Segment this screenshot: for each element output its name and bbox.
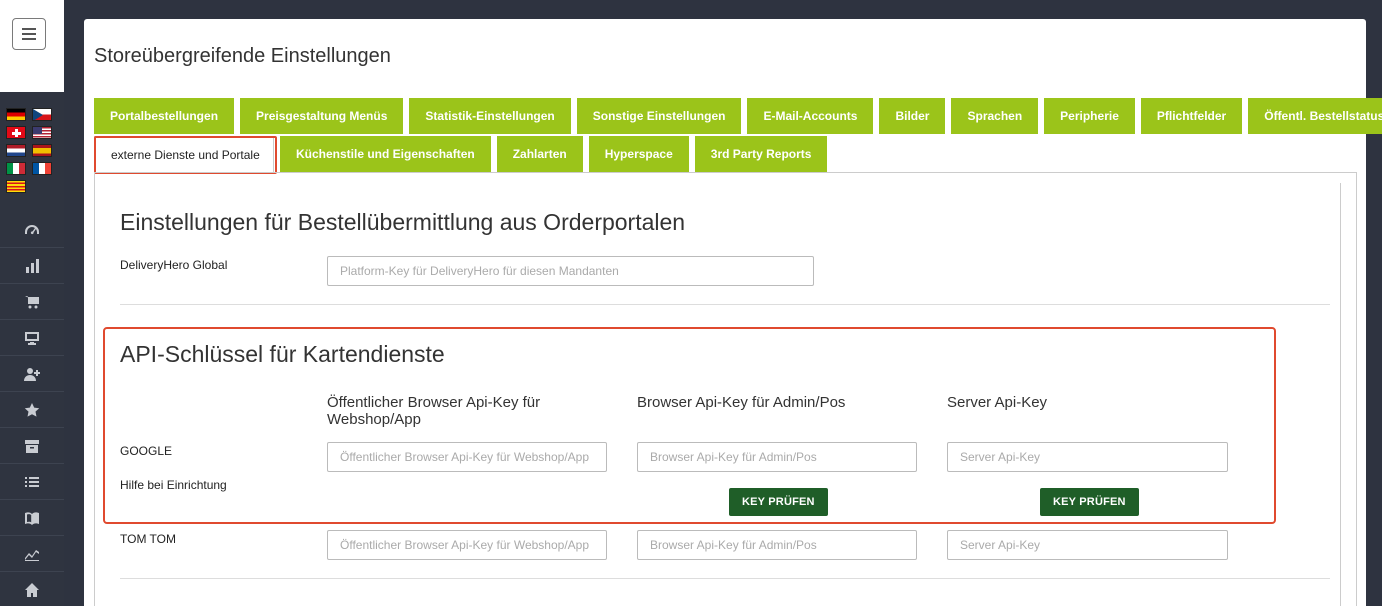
tab-oeffentl-bestellstatus[interactable]: Öffentl. Bestellstatus bbox=[1248, 98, 1382, 134]
page-title: Storeübergreifende Einstellungen bbox=[94, 45, 391, 67]
hamburger-menu-button[interactable] bbox=[12, 18, 46, 50]
tab-zahlarten[interactable]: Zahlarten bbox=[496, 136, 583, 172]
check-server-key-button[interactable]: KEY PRÜFEN bbox=[1040, 488, 1139, 516]
flag-ch-icon[interactable] bbox=[6, 126, 26, 139]
tab-preisgestaltung-menues[interactable]: Preisgestaltung Menüs bbox=[240, 98, 404, 134]
divider bbox=[120, 578, 1330, 579]
flag-it-icon[interactable] bbox=[6, 162, 26, 175]
tab-portalbestellungen[interactable]: Portalbestellungen bbox=[94, 98, 235, 134]
nav-archive[interactable] bbox=[0, 428, 64, 464]
google-label: GOOGLE bbox=[120, 444, 173, 458]
tab-sprachen[interactable]: Sprachen bbox=[951, 98, 1039, 134]
hamburger-line bbox=[22, 38, 36, 40]
tab-hyperspace[interactable]: Hyperspace bbox=[588, 136, 689, 172]
nav-statistics[interactable] bbox=[0, 248, 64, 284]
monitor-icon bbox=[25, 331, 39, 345]
language-flags bbox=[6, 108, 56, 193]
google-public-key-input[interactable] bbox=[327, 442, 607, 472]
settings-panel: Storeübergreifende Einstellungen Portalb… bbox=[84, 19, 1382, 606]
hamburger-line bbox=[22, 28, 36, 30]
tab-pflichtfelder[interactable]: Pflichtfelder bbox=[1140, 98, 1243, 134]
divider bbox=[1340, 183, 1341, 606]
tab-sonstige-einstellungen[interactable]: Sonstige Einstellungen bbox=[576, 98, 742, 134]
flag-catalonia-icon[interactable] bbox=[6, 180, 26, 193]
home-icon bbox=[25, 582, 39, 597]
deliveryhero-label: DeliveryHero Global bbox=[120, 258, 228, 272]
star-icon bbox=[24, 402, 40, 417]
archive-icon bbox=[25, 439, 39, 453]
flag-nl-icon[interactable] bbox=[6, 144, 26, 157]
tab-kuechenstile[interactable]: Küchenstile und Eigenschaften bbox=[280, 136, 491, 172]
bar-chart-icon bbox=[26, 258, 39, 273]
book-icon bbox=[25, 511, 39, 525]
tomtom-admin-key-input[interactable] bbox=[637, 530, 917, 560]
cart-icon bbox=[25, 295, 39, 308]
flag-de-icon[interactable] bbox=[6, 108, 26, 121]
check-admin-key-button[interactable]: KEY PRÜFEN bbox=[729, 488, 828, 516]
line-chart-icon bbox=[25, 549, 39, 561]
nav-menu-book[interactable] bbox=[0, 500, 64, 536]
nav-customers[interactable] bbox=[0, 356, 64, 392]
tab-bilder[interactable]: Bilder bbox=[879, 98, 946, 134]
flag-cz-icon[interactable] bbox=[32, 108, 52, 121]
google-admin-key-input[interactable] bbox=[637, 442, 917, 472]
flag-us-icon[interactable] bbox=[32, 126, 52, 139]
deliveryhero-key-input[interactable] bbox=[327, 256, 814, 286]
nav-orders[interactable] bbox=[0, 284, 64, 320]
list-icon bbox=[25, 476, 39, 487]
tab-peripherie[interactable]: Peripherie bbox=[1044, 98, 1135, 134]
tomtom-label: TOM TOM bbox=[120, 532, 177, 546]
dashboard-icon bbox=[25, 224, 39, 234]
sidebar bbox=[0, 0, 64, 606]
col-head-public-key: Öffentlicher Browser Api-Key für Webshop… bbox=[327, 394, 541, 428]
google-server-key-input[interactable] bbox=[947, 442, 1228, 472]
nav-pos[interactable] bbox=[0, 320, 64, 356]
google-help-link[interactable]: Hilfe bei Einrichtung bbox=[120, 478, 227, 492]
tab-3rd-party-reports[interactable]: 3rd Party Reports bbox=[694, 136, 828, 172]
maps-title: API-Schlüssel für Kartendienste bbox=[120, 341, 445, 367]
tab-externe-dienste[interactable]: externe Dienste und Portale bbox=[94, 136, 274, 173]
flag-es-icon[interactable] bbox=[32, 144, 52, 157]
sidebar-nav bbox=[0, 212, 64, 606]
divider bbox=[120, 304, 1330, 305]
tomtom-public-key-input[interactable] bbox=[327, 530, 607, 560]
tomtom-server-key-input[interactable] bbox=[947, 530, 1228, 560]
nav-analytics[interactable] bbox=[0, 536, 64, 572]
orderportals-title: Einstellungen für Bestellübermittlung au… bbox=[120, 209, 686, 235]
col-head-admin-key: Browser Api-Key für Admin/Pos bbox=[637, 394, 846, 411]
nav-home[interactable] bbox=[0, 572, 64, 606]
nav-dashboard[interactable] bbox=[0, 212, 64, 248]
tabs-row-2: externe Dienste und Portale Küchenstile … bbox=[94, 136, 828, 173]
hamburger-line bbox=[22, 33, 36, 35]
flag-fr-icon[interactable] bbox=[32, 162, 52, 175]
tabs-row-1: Portalbestellungen Preisgestaltung Menüs… bbox=[94, 98, 1382, 134]
nav-list[interactable] bbox=[0, 464, 64, 500]
sidebar-header bbox=[0, 0, 64, 92]
tab-statistik-einstellungen[interactable]: Statistik-Einstellungen bbox=[409, 98, 571, 134]
col-head-server-key: Server Api-Key bbox=[947, 394, 1048, 411]
add-user-icon bbox=[24, 367, 40, 381]
tab-email-accounts[interactable]: E-Mail-Accounts bbox=[747, 98, 874, 134]
nav-favorites[interactable] bbox=[0, 392, 64, 428]
